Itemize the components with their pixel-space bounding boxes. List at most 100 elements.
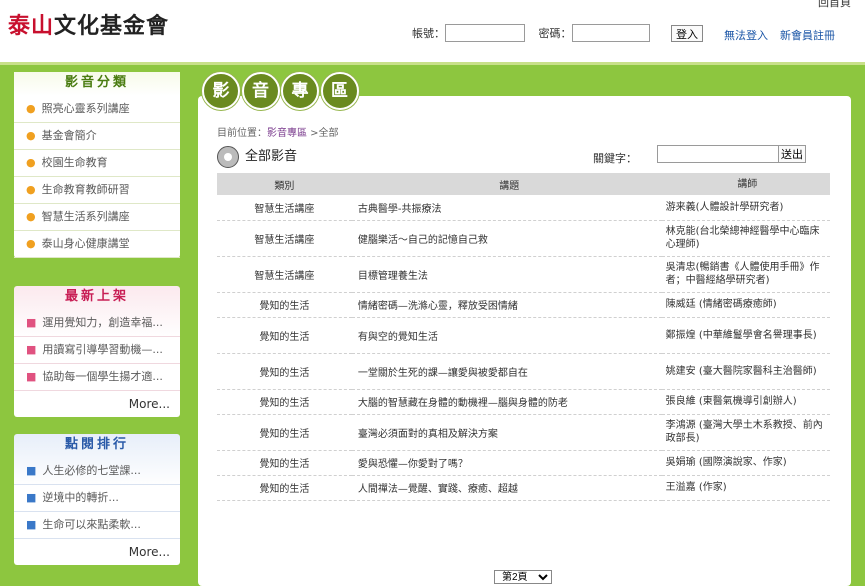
row-category: 覺知的生活 bbox=[217, 414, 352, 451]
row-topic[interactable]: 健腦樂活～自己的記憶自己救 bbox=[351, 220, 662, 257]
row-speaker: 姚建安 (臺大醫院家醫科主治醫師) bbox=[661, 353, 830, 390]
row-speaker: 林克能(台北榮總神經醫學中心臨床心理師) bbox=[661, 220, 830, 257]
latest-more-link[interactable]: More... bbox=[14, 391, 180, 417]
row-topic[interactable]: 臺灣必須面對的真相及解決方案 bbox=[351, 414, 662, 451]
ranking-more-link[interactable]: More... bbox=[14, 539, 180, 565]
row-speaker: 游来義(人體設計學研究者) bbox=[661, 195, 830, 221]
row-topic[interactable]: 大腦的智慧藏在身體的動機裡—腦與身體的防老 bbox=[351, 389, 662, 415]
table-row[interactable]: 覺知的生活 人間禪法—覺醒、實踐、療癒、超越 王溢嘉 (作家) bbox=[217, 475, 830, 501]
section-tab: 音 bbox=[241, 72, 280, 110]
row-category: 智慧生活講座 bbox=[217, 256, 352, 293]
keyword-label: 關鍵字： bbox=[593, 152, 637, 165]
table-header-row: 類別 講題 講師 bbox=[217, 173, 830, 195]
film-reel-icon bbox=[217, 145, 239, 168]
bullet-icon: ■ bbox=[26, 343, 37, 356]
row-speaker: 陳威廷 (情緒密碼療癒師) bbox=[661, 292, 830, 318]
table-row[interactable]: 覺知的生活 有與空的覺知生活 鄭振煌 (中華維鬘學會名譽理事長) bbox=[217, 317, 830, 354]
bullet-icon: ■ bbox=[26, 316, 37, 329]
section-tab: 影 bbox=[202, 72, 240, 110]
row-speaker: 李鴻源 (臺灣大學土木系教授、前內政部長) bbox=[661, 414, 830, 451]
search-submit-button[interactable]: 送出 bbox=[778, 145, 806, 163]
section-tab: 專 bbox=[281, 72, 319, 110]
category-item[interactable]: ● 泰山身心健康講堂 bbox=[14, 231, 180, 258]
latest-item[interactable]: ■ 協助每一個學生揚才適... bbox=[14, 364, 180, 391]
breadcrumb-current-link[interactable]: 影音專區 bbox=[267, 128, 307, 139]
section-tabs: 影 音 專 區 bbox=[202, 72, 359, 114]
breadcrumb: 目前位置：影音專區 >全部 bbox=[217, 128, 339, 139]
site-logo[interactable]: 泰山文化基金會 bbox=[8, 8, 169, 40]
row-speaker: 鄭振煌 (中華維鬘學會名譽理事長) bbox=[661, 317, 830, 354]
table-row[interactable]: 覺知的生活 情緒密碼—洗滌心靈，釋放受困情緒 陳威廷 (情緒密碼療癒師) bbox=[217, 292, 830, 318]
category-item[interactable]: ● 照亮心靈系列講座 bbox=[14, 96, 180, 123]
site-header: 泰山文化基金會 回首頁 帳號： 密碼： 登入 無法登入 新會員註冊 bbox=[0, 0, 865, 65]
row-speaker: 吳娟瑜 (國際演說家、作家) bbox=[661, 450, 830, 476]
category-item[interactable]: ● 基金會簡介 bbox=[14, 123, 180, 150]
row-speaker: 王溢嘉 (作家) bbox=[661, 475, 830, 501]
password-label: 密碼： bbox=[538, 27, 572, 40]
row-topic[interactable]: 一堂關於生死的課—讓愛與被愛都自在 bbox=[351, 353, 662, 390]
table-row[interactable]: 覺知的生活 愛與恐懼—你愛對了嗎？ 吳娟瑜 (國際演說家、作家) bbox=[217, 450, 830, 476]
row-category: 覺知的生活 bbox=[217, 353, 352, 390]
password-input[interactable] bbox=[571, 24, 650, 42]
av-category-box: 影音分類 ● 照亮心靈系列講座 ● 基金會簡介 ● 校園生命教育 ● 生命教育教師研習 … bbox=[14, 72, 180, 258]
header-category: 類別 bbox=[217, 173, 352, 195]
ranking-title: 點閱排行 bbox=[64, 437, 129, 452]
row-category: 覺知的生活 bbox=[217, 450, 352, 476]
row-category: 覺知的生活 bbox=[217, 292, 352, 318]
table-row[interactable]: 覺知的生活 一堂關於生死的課—讓愛與被愛都自在 姚建安 (臺大醫院家醫科主治醫師) bbox=[217, 353, 830, 390]
bullet-icon: ● bbox=[26, 237, 36, 250]
av-category-title: 影音分類 bbox=[14, 72, 180, 96]
page-select[interactable]: 第2頁 bbox=[494, 570, 552, 584]
bullet-icon: ● bbox=[26, 129, 36, 142]
video-table: 類別 講題 講師 智慧生活講座 古典醫學-共振療法 游来義(人體設計學研究者) 智慧生… bbox=[217, 173, 830, 501]
cannot-login-link[interactable]: 無法登入 bbox=[724, 27, 768, 43]
keyword-input[interactable] bbox=[657, 145, 779, 163]
row-topic[interactable]: 目標管理養生法 bbox=[351, 256, 662, 293]
row-topic[interactable]: 情緒密碼—洗滌心靈，釋放受困情緒 bbox=[351, 292, 662, 318]
header-speaker: 講師 bbox=[661, 173, 830, 195]
latest-item[interactable]: ■ 運用覺知力，創造幸福... bbox=[14, 310, 180, 337]
row-category: 覺知的生活 bbox=[217, 389, 352, 415]
row-speaker: 張良維 (東醫氣機導引創辦人) bbox=[661, 389, 830, 415]
bullet-icon: ■ bbox=[26, 491, 37, 504]
table-row[interactable]: 智慧生活講座 古典醫學-共振療法 游来義(人體設計學研究者) bbox=[217, 195, 830, 221]
bullet-icon: ■ bbox=[26, 464, 37, 477]
ranking-item[interactable]: ■ 逆境中的轉折... bbox=[14, 485, 180, 512]
latest-box: 最新上架 ■ 運用覺知力，創造幸福... ■ 用讀寫引導學習動機—... ■ 協助每一… bbox=[14, 286, 180, 417]
bullet-icon: ■ bbox=[26, 370, 37, 383]
row-category: 覺知的生活 bbox=[217, 475, 352, 501]
row-topic[interactable]: 有與空的覺知生活 bbox=[351, 317, 662, 354]
section-title: 全部影音 bbox=[217, 145, 297, 168]
row-topic[interactable]: 愛與恐懼—你愛對了嗎？ bbox=[351, 450, 662, 476]
header-topic: 講題 bbox=[351, 173, 662, 195]
category-item[interactable]: ● 智慧生活系列講座 bbox=[14, 204, 180, 231]
logo-text: 泰山文化基金會 bbox=[8, 14, 170, 39]
row-category: 智慧生活講座 bbox=[217, 195, 352, 221]
bullet-icon: ● bbox=[26, 156, 36, 169]
section-tab: 區 bbox=[320, 72, 359, 110]
bullet-icon: ● bbox=[26, 183, 36, 196]
ranking-item[interactable]: ■ 人生必修的七堂課... bbox=[14, 458, 180, 485]
bullet-icon: ● bbox=[26, 102, 36, 115]
login-button[interactable]: 登入 bbox=[671, 25, 703, 42]
category-item[interactable]: ● 校園生命教育 bbox=[14, 150, 180, 177]
table-row[interactable]: 覺知的生活 臺灣必須面對的真相及解決方案 李鴻源 (臺灣大學土木系教授、前內政部長) bbox=[217, 414, 830, 451]
bullet-icon: ● bbox=[26, 210, 36, 223]
register-link[interactable]: 新會員註冊 bbox=[780, 27, 835, 43]
row-speaker: 吳清忠(暢銷書《人體使用手冊》作者；中醫經絡學研究者) bbox=[661, 256, 830, 293]
login-form: 帳號： 密碼： bbox=[412, 24, 650, 42]
latest-item[interactable]: ■ 用讀寫引導學習動機—... bbox=[14, 337, 180, 364]
bullet-icon: ■ bbox=[26, 518, 37, 531]
row-topic[interactable]: 古典醫學-共振療法 bbox=[351, 195, 662, 221]
category-item[interactable]: ● 生命教育教師研習 bbox=[14, 177, 180, 204]
table-row[interactable]: 智慧生活講座 健腦樂活～自己的記憶自己救 林克能(台北榮總神經醫學中心臨床心理師) bbox=[217, 220, 830, 257]
homepage-link[interactable]: 回首頁 bbox=[818, 0, 851, 10]
account-input[interactable] bbox=[445, 24, 525, 42]
table-row[interactable]: 智慧生活講座 目標管理養生法 吳清忠(暢銷書《人體使用手冊》作者；中醫經絡學研究者) bbox=[217, 256, 830, 293]
ranking-item[interactable]: ■ 生命可以來點柔軟... bbox=[14, 512, 180, 539]
row-topic[interactable]: 人間禪法—覺醒、實踐、療癒、超越 bbox=[351, 475, 662, 501]
ranking-box: 點閱排行 ■ 人生必修的七堂課... ■ 逆境中的轉折... ■ 生命可以來點柔軟..… bbox=[14, 434, 180, 565]
row-category: 智慧生活講座 bbox=[217, 220, 352, 257]
latest-title: 最新上架 bbox=[64, 289, 129, 304]
table-row[interactable]: 覺知的生活 大腦的智慧藏在身體的動機裡—腦與身體的防老 張良維 (東醫氣機導引創辦人… bbox=[217, 389, 830, 415]
